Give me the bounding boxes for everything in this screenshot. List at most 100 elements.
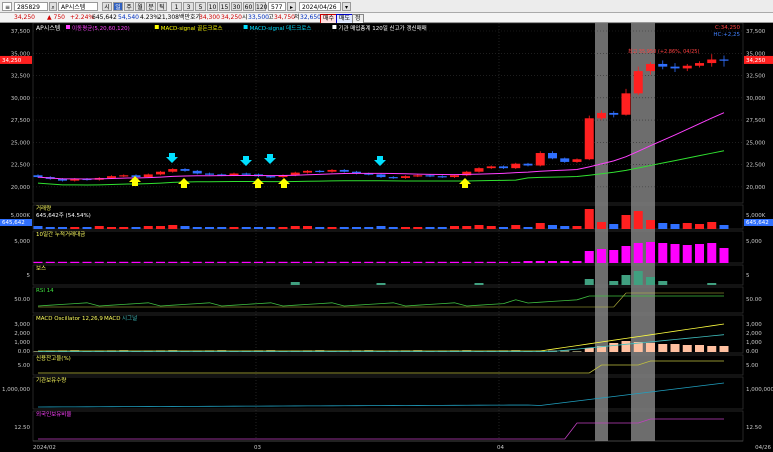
macd-title: MACD Oscillator 12,26,9 [36,316,103,322]
cum-amount-bar [474,261,484,263]
minute-button[interactable]: 5 [195,2,206,11]
candle-body [376,174,386,178]
volume-bar [303,226,312,229]
macd-title3: 시그널 [122,314,137,322]
cum-amount-bar [450,261,459,263]
volume-bar [192,227,202,229]
candle-body [633,71,643,94]
cum-amount-bar [229,261,239,263]
volume-bar [82,227,92,229]
cum-amount-bar [560,261,570,263]
volume-bar [94,226,104,229]
period-button[interactable]: 주 [124,2,134,11]
rsi-title: RSI 14 [36,288,54,294]
volume-bar [156,226,165,229]
period-button[interactable]: 시 [102,2,112,11]
cum-amount-bar [192,261,202,263]
count-input[interactable]: 577 [268,2,286,11]
volume-bar [609,224,619,229]
stock-code-input[interactable]: 285829 [14,2,48,11]
candle-body [499,166,508,169]
bs-bar [646,277,655,285]
minute-button[interactable]: 30 [231,2,242,11]
macd-ytick: 3,000 [14,322,30,328]
candle-body [707,59,717,64]
bs-title: 보스 [36,265,46,272]
bs-bar [474,283,484,285]
period-button[interactable]: 틱 [157,2,167,11]
volume-bar [621,215,631,229]
inst-title: 기관보유수량 [36,376,66,384]
calendar-icon[interactable]: ▾ [342,2,351,11]
legend-swatch [243,25,248,29]
cum-amount-bar [535,261,545,263]
volume-bar [401,227,410,229]
volume-bar [486,226,496,229]
volume-bar [633,211,643,229]
y-tick-label: 27,500 [11,118,31,124]
volume-bar [572,226,582,229]
candle-body [107,176,116,178]
volume-ytick-right: 5,000K [746,213,766,219]
volume-bar [33,226,43,229]
macd-osc-bar [695,345,704,352]
x-tick-label: 04 [497,445,504,451]
count-apply-button[interactable]: ▸ [287,2,296,11]
cum-amount-bar [266,261,276,263]
candle-body [143,174,153,178]
minute-button[interactable]: 15 [219,2,230,11]
search-icon[interactable]: ⌕ [49,2,57,11]
x-tick-label: 03 [254,445,261,451]
legend-swatch [66,25,70,29]
volume-bar [143,226,153,229]
y-tick-label: 25,000 [11,140,31,146]
candle-body [584,118,594,160]
x-right-date: 04/26 [755,445,771,451]
stock-chart[interactable]: 37,500 37,50035,000 35,00032,500 32,50030,0… [0,23,773,452]
cum-amount-bar [315,261,325,263]
menu-icon[interactable]: ≡ [2,2,12,11]
credit-ytick: 5.00 [18,363,31,369]
cum-amount-bar [499,261,508,263]
minute-button[interactable]: 10 [207,2,218,11]
stock-name-field[interactable]: AP시스템 [58,2,98,11]
period-button[interactable]: 월 [135,2,145,11]
bs-bar [658,281,668,285]
y-tick-label-right: 20,000 [746,185,766,191]
period-button[interactable]: 분 [146,2,156,11]
volume-bar [352,227,361,229]
minute-button[interactable]: 1 [171,2,182,11]
cum-amount-bar [707,243,717,263]
bs-bar [584,279,594,285]
volume-bar [548,225,557,229]
cum-amount-bar [609,250,619,263]
cum-amount-bar [633,243,643,263]
candle-body [339,169,349,172]
candle-body [205,173,214,175]
volume-bar [646,220,655,229]
candle-body [437,176,447,178]
minute-button[interactable]: 3 [183,2,194,11]
cum-amount-bar [621,246,631,263]
cum-ytick-right: 5,000 [746,239,762,245]
current-price: 34,250 [14,14,35,21]
legend-swatch [332,25,337,29]
candle-body [682,65,692,69]
cum-amount-bar [364,261,374,263]
date-input[interactable]: 2024/04/26 [299,2,341,11]
foreign-ytick: 12.50 [14,425,30,431]
candle-body [560,158,570,162]
inst-ytick: 1,000,000 [2,387,30,393]
minute-button[interactable]: 120 [255,2,267,11]
volume-bar [437,227,447,229]
chart-title: AP시스템 [36,25,60,32]
turnover-rate: 4.23% [140,14,160,21]
volume-bar [315,227,325,229]
candle-body [474,168,484,172]
minute-button[interactable]: 60 [243,2,254,11]
candle-body [192,170,202,174]
volume-bar [462,226,472,229]
volume-bar [364,227,374,229]
period-button[interactable]: 일 [113,2,123,11]
cum-amount-bar [278,261,288,263]
